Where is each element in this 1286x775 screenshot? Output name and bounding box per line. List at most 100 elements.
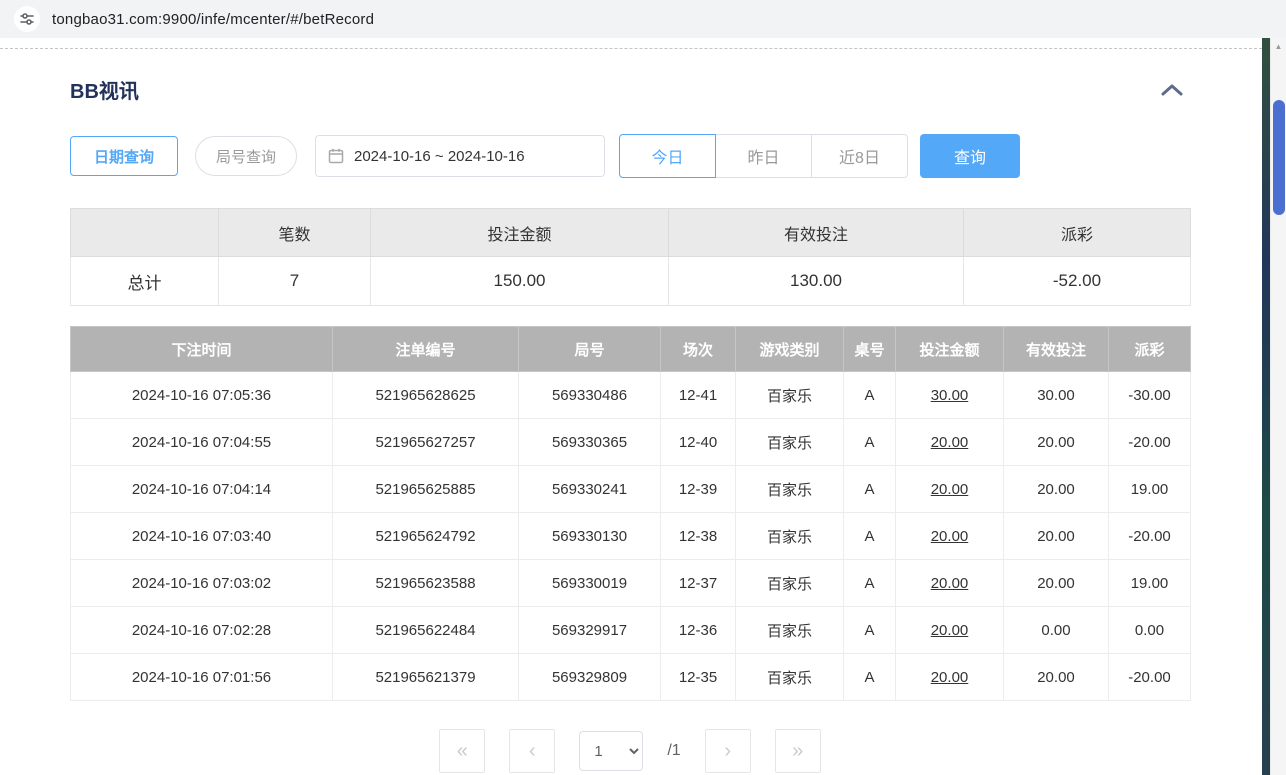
pagination: « ‹ 1 /1 › » — [70, 729, 1190, 773]
cell-session: 12-35 — [661, 654, 736, 701]
first-page-icon: « — [457, 740, 468, 763]
bet-amount-link[interactable]: 20.00 — [896, 466, 1004, 513]
date-range-value: 2024-10-16 ~ 2024-10-16 — [354, 148, 525, 165]
first-page-button[interactable]: « — [439, 729, 485, 773]
last-page-button[interactable]: » — [775, 729, 821, 773]
round-query-tab[interactable]: 局号查询 — [195, 136, 297, 176]
page-title: BB视讯 — [70, 75, 139, 104]
cell-order-no: 521965621379 — [333, 654, 519, 701]
date-range-input[interactable]: 2024-10-16 ~ 2024-10-16 — [315, 135, 605, 177]
summary-table: 笔数 投注金额 有效投注 派彩 总计 7 150.00 130.00 -52.0… — [70, 208, 1191, 306]
col-header-order-no: 注单编号 — [333, 327, 519, 372]
url-text[interactable]: tongbao31.com:9900/infe/mcenter/#/betRec… — [52, 11, 374, 28]
today-button[interactable]: 今日 — [619, 134, 716, 178]
chevron-up-icon[interactable] — [1154, 81, 1190, 99]
cell-game-type: 百家乐 — [736, 466, 844, 513]
cell-payout: 19.00 — [1109, 560, 1191, 607]
cell-round-no: 569330241 — [519, 466, 661, 513]
bet-record-panel: BB视讯 日期查询 局号查询 2024-10-16 ~ 2024-10-16 今… — [70, 49, 1190, 773]
summary-count-value: 7 — [219, 257, 371, 306]
cell-table-no: A — [844, 513, 896, 560]
search-button[interactable]: 查询 — [920, 134, 1020, 178]
cell-game-type: 百家乐 — [736, 607, 844, 654]
cell-valid-bet: 20.00 — [1004, 466, 1109, 513]
table-row: 2024-10-16 07:04:14 521965625885 5693302… — [71, 466, 1191, 513]
cell-table-no: A — [844, 560, 896, 607]
col-header-bet-amount: 投注金额 — [896, 327, 1004, 372]
cell-table-no: A — [844, 607, 896, 654]
cell-bet-time: 2024-10-16 07:05:36 — [71, 372, 333, 419]
summary-payout-value: -52.00 — [964, 257, 1191, 306]
summary-total-row: 总计 7 150.00 130.00 -52.00 — [71, 257, 1191, 306]
summary-bet-amount-value: 150.00 — [371, 257, 669, 306]
cell-bet-time: 2024-10-16 07:03:40 — [71, 513, 333, 560]
cell-round-no: 569329809 — [519, 654, 661, 701]
cell-game-type: 百家乐 — [736, 560, 844, 607]
last-8-days-button[interactable]: 近8日 — [811, 134, 908, 178]
filter-toolbar: 日期查询 局号查询 2024-10-16 ~ 2024-10-16 今日 昨日 … — [70, 134, 1190, 178]
cell-valid-bet: 20.00 — [1004, 654, 1109, 701]
summary-header-count: 笔数 — [219, 209, 371, 257]
cell-table-no: A — [844, 466, 896, 513]
col-header-round-no: 局号 — [519, 327, 661, 372]
scrollbar[interactable]: ▲ — [1270, 38, 1286, 775]
cell-valid-bet: 30.00 — [1004, 372, 1109, 419]
records-header-row: 下注时间 注单编号 局号 场次 游戏类别 桌号 投注金额 有效投注 派彩 — [71, 327, 1191, 372]
summary-total-label: 总计 — [71, 257, 219, 306]
yesterday-button[interactable]: 昨日 — [715, 134, 812, 178]
bet-amount-link[interactable]: 20.00 — [896, 654, 1004, 701]
cell-valid-bet: 20.00 — [1004, 513, 1109, 560]
table-row: 2024-10-16 07:05:36 521965628625 5693304… — [71, 372, 1191, 419]
bet-amount-link[interactable]: 20.00 — [896, 513, 1004, 560]
prev-page-icon: ‹ — [529, 740, 536, 763]
cell-table-no: A — [844, 654, 896, 701]
cell-payout: 0.00 — [1109, 607, 1191, 654]
cell-bet-time: 2024-10-16 07:04:14 — [71, 466, 333, 513]
cell-payout: -30.00 — [1109, 372, 1191, 419]
site-info-icon[interactable] — [14, 6, 40, 32]
calendar-icon — [328, 148, 344, 164]
cell-game-type: 百家乐 — [736, 513, 844, 560]
cell-valid-bet: 20.00 — [1004, 419, 1109, 466]
page-total: /1 — [667, 742, 680, 760]
cell-order-no: 521965627257 — [333, 419, 519, 466]
last-page-icon: » — [792, 740, 803, 763]
cell-bet-time: 2024-10-16 07:03:02 — [71, 560, 333, 607]
bet-amount-link[interactable]: 20.00 — [896, 560, 1004, 607]
page-select[interactable]: 1 — [579, 731, 643, 771]
date-query-tab[interactable]: 日期查询 — [70, 136, 178, 176]
cell-bet-time: 2024-10-16 07:01:56 — [71, 654, 333, 701]
summary-header-payout: 派彩 — [964, 209, 1191, 257]
cell-session: 12-38 — [661, 513, 736, 560]
cell-round-no: 569330130 — [519, 513, 661, 560]
prev-page-button[interactable]: ‹ — [509, 729, 555, 773]
cell-order-no: 521965623588 — [333, 560, 519, 607]
browser-address-bar[interactable]: tongbao31.com:9900/infe/mcenter/#/betRec… — [0, 0, 1286, 38]
cell-bet-time: 2024-10-16 07:04:55 — [71, 419, 333, 466]
bet-amount-link[interactable]: 30.00 — [896, 372, 1004, 419]
bet-amount-link[interactable]: 20.00 — [896, 419, 1004, 466]
panel-header: BB视讯 — [70, 75, 1190, 104]
cell-session: 12-37 — [661, 560, 736, 607]
cell-session: 12-39 — [661, 466, 736, 513]
next-page-button[interactable]: › — [705, 729, 751, 773]
col-header-bet-time: 下注时间 — [71, 327, 333, 372]
cell-payout: 19.00 — [1109, 466, 1191, 513]
cell-bet-time: 2024-10-16 07:02:28 — [71, 607, 333, 654]
scrollbar-thumb[interactable] — [1273, 100, 1285, 215]
table-row: 2024-10-16 07:04:55 521965627257 5693303… — [71, 419, 1191, 466]
table-row: 2024-10-16 07:03:02 521965623588 5693300… — [71, 560, 1191, 607]
cell-order-no: 521965622484 — [333, 607, 519, 654]
summary-header-row: 笔数 投注金额 有效投注 派彩 — [71, 209, 1191, 257]
bet-amount-link[interactable]: 20.00 — [896, 607, 1004, 654]
col-header-payout: 派彩 — [1109, 327, 1191, 372]
cell-valid-bet: 0.00 — [1004, 607, 1109, 654]
cell-game-type: 百家乐 — [736, 654, 844, 701]
cell-round-no: 569330365 — [519, 419, 661, 466]
scroll-up-arrow-icon[interactable]: ▲ — [1271, 38, 1286, 54]
next-page-icon: › — [724, 740, 731, 763]
col-header-valid-bet: 有效投注 — [1004, 327, 1109, 372]
summary-header-empty — [71, 209, 219, 257]
table-row: 2024-10-16 07:02:28 521965622484 5693299… — [71, 607, 1191, 654]
bet-records-table: 下注时间 注单编号 局号 场次 游戏类别 桌号 投注金额 有效投注 派彩 202… — [70, 326, 1191, 701]
